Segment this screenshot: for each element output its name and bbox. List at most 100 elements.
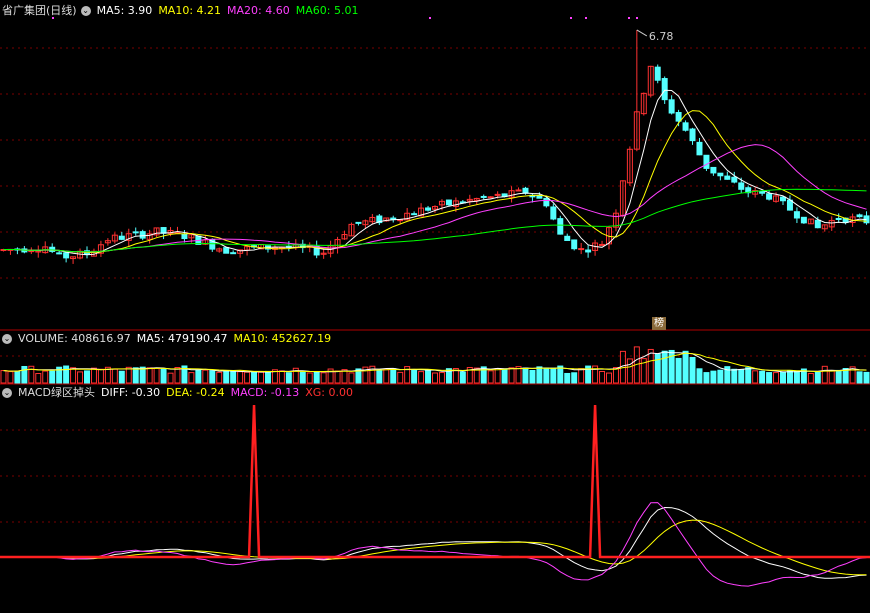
volume-bar bbox=[612, 367, 619, 384]
candle-body bbox=[661, 78, 668, 101]
volume-bar bbox=[0, 370, 7, 384]
volume-bar bbox=[7, 371, 14, 384]
chevron-down-icon[interactable]: ⌄ bbox=[2, 334, 12, 344]
volume-bar bbox=[376, 369, 383, 384]
top-marker bbox=[585, 17, 587, 19]
candle-body bbox=[835, 217, 842, 220]
volume-bar bbox=[487, 370, 494, 384]
volume-bar bbox=[299, 371, 306, 384]
top-marker bbox=[628, 17, 630, 19]
volume-bar bbox=[564, 372, 571, 384]
volume-bar bbox=[759, 370, 766, 384]
candle-body bbox=[696, 141, 703, 156]
volume-bar bbox=[508, 367, 515, 384]
volume-bar bbox=[188, 372, 195, 384]
diff-label: DIFF: -0.30 bbox=[100, 386, 161, 399]
volume-bar bbox=[70, 367, 77, 384]
candle-body bbox=[668, 99, 675, 114]
candle-body bbox=[780, 196, 786, 202]
candle-body bbox=[717, 172, 724, 177]
chevron-down-icon[interactable]: ⌄ bbox=[2, 388, 12, 398]
volume-bar bbox=[522, 367, 529, 384]
candle-body bbox=[710, 166, 717, 174]
candle-body bbox=[63, 252, 70, 259]
volume-bar bbox=[146, 367, 153, 384]
candle-body bbox=[675, 112, 682, 122]
top-marker bbox=[570, 17, 572, 19]
volume-bar bbox=[550, 367, 557, 384]
candle-body bbox=[139, 231, 146, 239]
volume-ma5-label: MA5: 479190.47 bbox=[136, 332, 228, 345]
volume-bar bbox=[264, 370, 271, 384]
macd-value-label: MACD: -0.13 bbox=[230, 386, 300, 399]
candle-body bbox=[132, 231, 139, 234]
candle-body bbox=[793, 211, 800, 219]
candle-body bbox=[543, 197, 550, 207]
volume-bar bbox=[320, 372, 327, 384]
volume-bar bbox=[863, 371, 870, 384]
volume-bar bbox=[160, 368, 167, 384]
volume-bar bbox=[306, 372, 313, 384]
volume-bar bbox=[786, 369, 793, 384]
volume-bar bbox=[536, 366, 543, 384]
volume-bar bbox=[731, 368, 738, 384]
volume-bar bbox=[202, 369, 209, 384]
volume-bar bbox=[258, 371, 264, 384]
candle-body bbox=[724, 175, 731, 180]
volume-bar bbox=[153, 367, 160, 384]
candle-body bbox=[571, 239, 578, 250]
volume-bar bbox=[209, 370, 216, 384]
volume-bar bbox=[132, 367, 139, 384]
high-pointer bbox=[636, 29, 648, 37]
top-marker bbox=[429, 17, 431, 19]
volume-bar bbox=[626, 358, 633, 384]
candle-body bbox=[800, 216, 807, 224]
volume-bar bbox=[77, 371, 84, 384]
volume-bar bbox=[21, 365, 28, 384]
volume-bar bbox=[390, 368, 397, 384]
volume-bar bbox=[195, 369, 202, 384]
candle-body bbox=[585, 249, 592, 253]
volume-bar bbox=[696, 368, 703, 384]
dea-label: DEA: -0.24 bbox=[166, 386, 225, 399]
volume-bar bbox=[313, 371, 320, 384]
volume-bar bbox=[738, 369, 745, 384]
candle-body bbox=[759, 190, 766, 194]
volume-bar bbox=[501, 368, 508, 384]
volume-bar bbox=[167, 372, 174, 384]
volume-bar bbox=[814, 371, 821, 384]
volume-bar bbox=[766, 372, 773, 384]
volume-label: VOLUME: 408616.97 bbox=[18, 332, 131, 345]
main-header: 省广集团(日线) ⌄ MA5: 3.90 MA10: 4.21 MA20: 4.60 MA… bbox=[2, 4, 364, 18]
volume-bar bbox=[606, 372, 612, 384]
volume-bar bbox=[710, 370, 717, 384]
volume-bar bbox=[689, 356, 696, 384]
volume-bar bbox=[35, 372, 42, 384]
ma5-line bbox=[3, 89, 867, 256]
volume-bar bbox=[223, 370, 230, 384]
chevron-down-icon[interactable]: ⌄ bbox=[80, 6, 91, 16]
candle-body bbox=[487, 196, 494, 199]
candle-body bbox=[814, 219, 821, 229]
volume-bar bbox=[425, 369, 432, 384]
list-badge[interactable]: 榜 bbox=[652, 317, 666, 330]
candle-body bbox=[578, 248, 585, 251]
candle-body bbox=[230, 252, 237, 255]
volume-bar bbox=[459, 371, 466, 384]
candle-body bbox=[223, 247, 230, 254]
volume-bar bbox=[599, 370, 606, 384]
dea-line bbox=[3, 519, 867, 576]
volume-bar bbox=[230, 371, 237, 384]
volume-bar bbox=[125, 366, 132, 384]
volume-bar bbox=[793, 370, 800, 384]
volume-bar bbox=[118, 370, 125, 384]
volume-bar bbox=[84, 370, 90, 384]
volume-bar bbox=[432, 372, 438, 384]
volume-bar bbox=[244, 371, 251, 384]
volume-header: ⌄ VOLUME: 408616.97 MA5: 479190.47 MA10: 45… bbox=[2, 332, 337, 346]
volume-bar bbox=[251, 371, 258, 384]
candle-body bbox=[56, 252, 63, 255]
ma10-label: MA10: 4.21 bbox=[158, 4, 222, 17]
stock-chart[interactable]: 6.78 bbox=[0, 0, 870, 613]
volume-ma10-label: MA10: 452627.19 bbox=[233, 332, 332, 345]
